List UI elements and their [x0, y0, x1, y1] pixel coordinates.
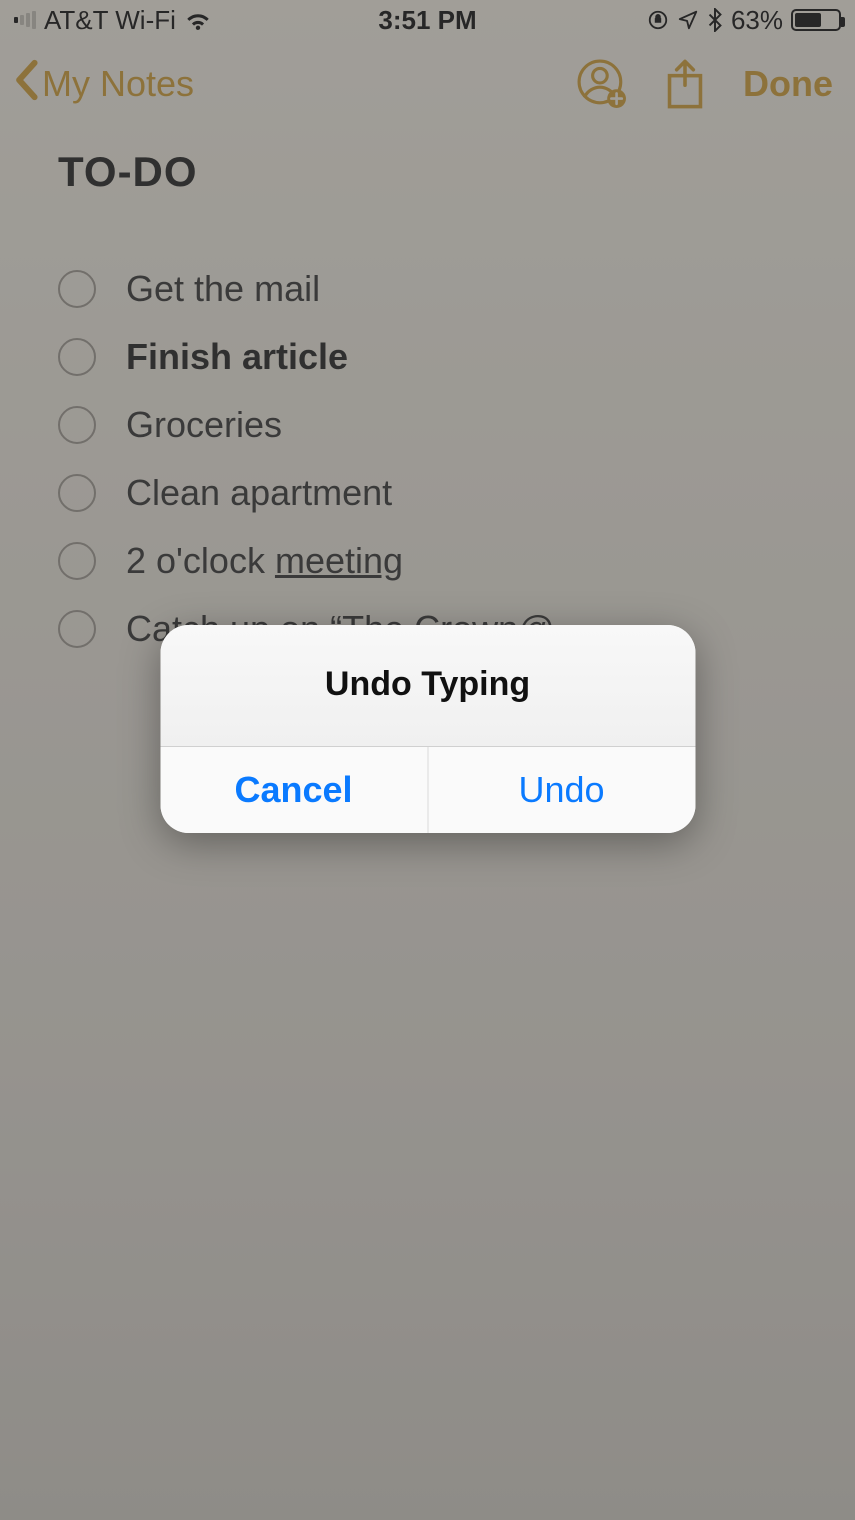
alert-buttons: Cancel Undo [160, 746, 695, 833]
cancel-button[interactable]: Cancel [160, 747, 428, 833]
alert-title: Undo Typing [160, 625, 695, 746]
undo-button[interactable]: Undo [428, 747, 695, 833]
undo-alert: Undo Typing Cancel Undo [160, 625, 695, 833]
